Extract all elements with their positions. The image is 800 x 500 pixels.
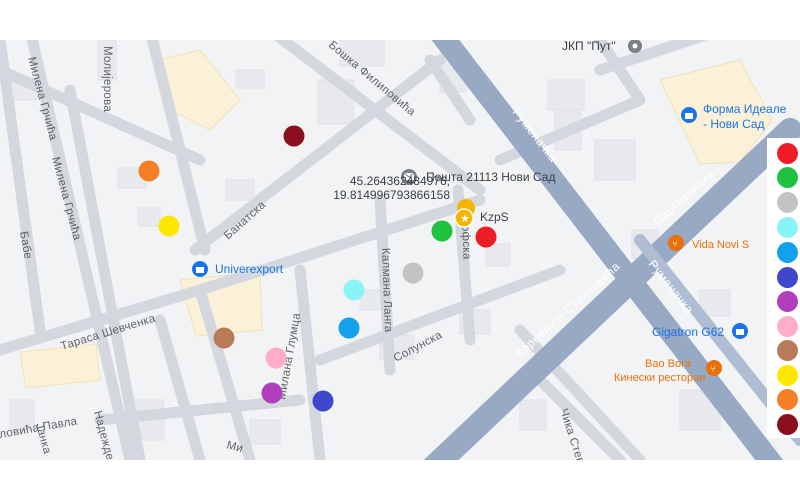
map-canvas: Молијерова Милена Грчића Милена Грчића Б… [0,40,800,460]
poi-label-forma-ideale-2: - Нови Сад [703,117,765,131]
palette-green[interactable] [777,167,798,188]
palette-gray[interactable] [777,192,798,213]
poi-label-kzps: KzpS [480,210,509,224]
poi-label-vida: Vida Novi S [692,239,749,251]
poi-label-bao-bora: Bao Bora [645,358,692,370]
palette-pink[interactable] [777,316,798,337]
yellow-marker[interactable] [158,215,180,237]
restaurant-icon[interactable]: ⑂ [668,235,684,251]
gray-marker[interactable] [402,262,424,284]
indigo-marker[interactable] [312,390,334,412]
poi-label-gigatron: Gigatron G62 [652,325,724,339]
palette-brown[interactable] [777,340,798,361]
palette-orange[interactable] [777,389,798,410]
restaurant-icon[interactable]: ⑂ [706,360,722,376]
dark-red-marker[interactable] [283,125,305,147]
palette-red[interactable] [777,143,798,164]
street-label-molierova: Молијерова [101,46,113,112]
poi-label-forma-ideale-1: Форма Идеале [703,102,787,116]
shopping-bag-icon[interactable] [192,261,208,277]
brown-marker[interactable] [213,327,235,349]
light-cyan-marker[interactable] [343,279,365,301]
palette-indigo[interactable] [777,267,798,288]
palette-purple[interactable] [777,291,798,312]
palette-yellow[interactable] [777,365,798,386]
coordinate-lat: 45.264362484976, [349,174,450,188]
shopping-bag-icon[interactable] [681,107,697,123]
palette-blue[interactable] [777,242,798,263]
orange-marker[interactable] [138,160,160,182]
poi-label-jkp-put: ЈКП "Пут" [562,40,616,53]
shopping-bag-icon[interactable] [732,323,748,339]
red-marker[interactable] [475,226,497,248]
street-label-kalmana: Калмана Ланга [379,248,394,333]
palette-dark-red[interactable] [777,414,798,435]
green-marker[interactable] [431,220,453,242]
pink-marker[interactable] [265,347,287,369]
poi-label-univerexport: Univerexport [215,262,284,276]
coordinate-lng: 19.814996793866158 [333,188,450,202]
palette-light-cyan[interactable] [777,217,798,238]
color-palette [767,138,800,438]
poi-label-bao-bora-sub: Кинески ресторан [614,372,705,384]
svg-text:★: ★ [460,212,470,225]
purple-marker[interactable] [261,382,283,404]
svg-text:⑂: ⑂ [710,364,716,375]
map-view[interactable]: Молијерова Милена Грчића Милена Грчића Б… [0,40,800,460]
coordinate-readout: 45.264362484976, 19.814996793866158 [318,174,450,202]
blue-marker[interactable] [338,317,360,339]
svg-text:⑂: ⑂ [672,239,678,250]
